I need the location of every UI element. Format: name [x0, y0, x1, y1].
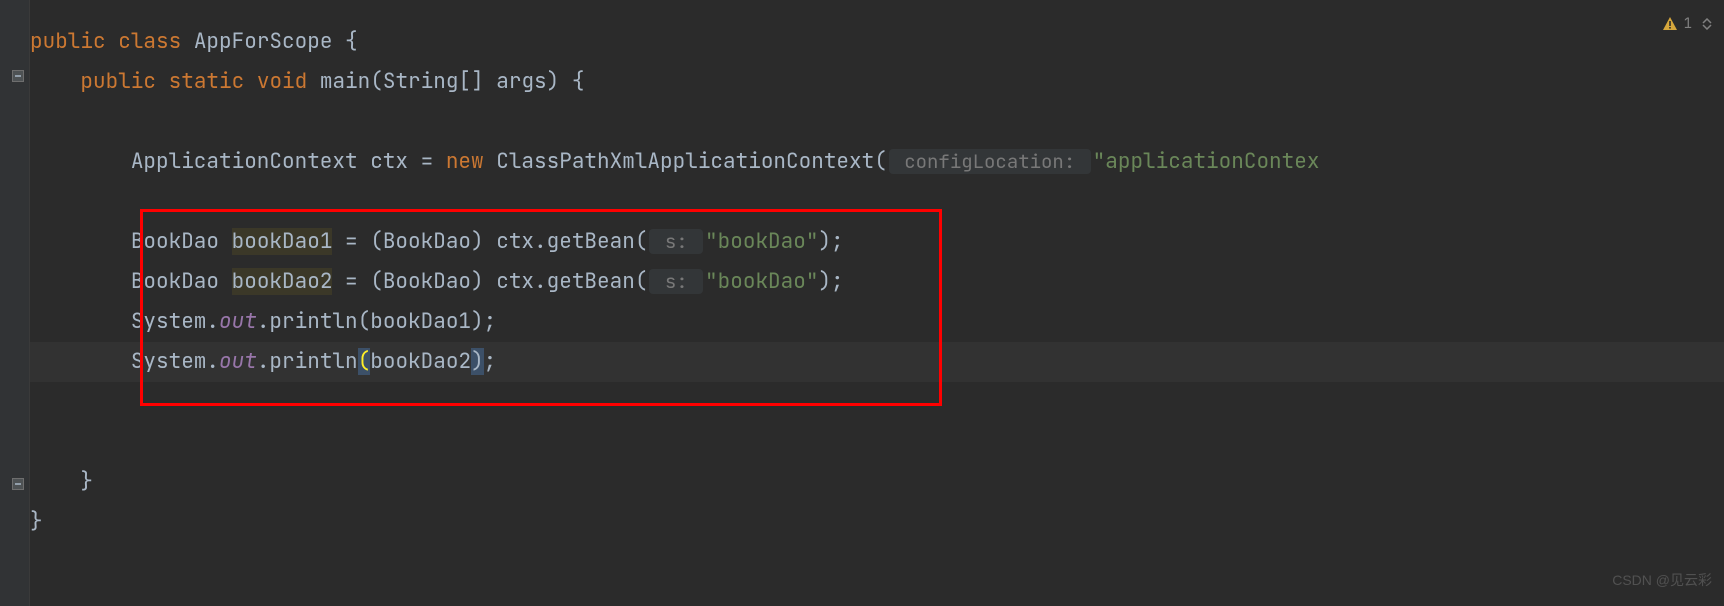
- code-line: ApplicationContext ctx = new ClassPathXm…: [30, 142, 1724, 182]
- code-line: BookDao bookDao2 = (BookDao) ctx.getBean…: [30, 262, 1724, 302]
- parameter-hint: configLocation:: [889, 149, 1091, 174]
- paren-highlight: (: [358, 348, 371, 375]
- code-line: public static void main(String[] args) {: [30, 62, 1724, 102]
- fold-icon-method-end[interactable]: [12, 478, 24, 490]
- watermark: CSDN @见云彩: [1612, 560, 1712, 600]
- code-line: }: [30, 502, 1724, 542]
- code-line: BookDao bookDao1 = (BookDao) ctx.getBean…: [30, 222, 1724, 262]
- fold-icon-method[interactable]: [12, 70, 24, 82]
- code-area[interactable]: public class AppForScope { public static…: [30, 0, 1724, 606]
- code-line-blank: [30, 182, 1724, 222]
- parameter-hint: s:: [649, 269, 703, 294]
- code-editor[interactable]: 1 public class AppForScope { public stat…: [0, 0, 1724, 606]
- paren-highlight: ): [471, 348, 484, 375]
- gutter: [0, 0, 30, 606]
- code-line-current: System.out.println(bookDao2);: [30, 342, 1724, 382]
- code-line-blank: [30, 382, 1724, 422]
- parameter-hint: s:: [649, 229, 703, 254]
- code-line: public class AppForScope {: [30, 22, 1724, 62]
- code-line: System.out.println(bookDao1);: [30, 302, 1724, 342]
- code-line: }: [30, 462, 1724, 502]
- code-line-blank: [30, 102, 1724, 142]
- code-line-blank: [30, 422, 1724, 462]
